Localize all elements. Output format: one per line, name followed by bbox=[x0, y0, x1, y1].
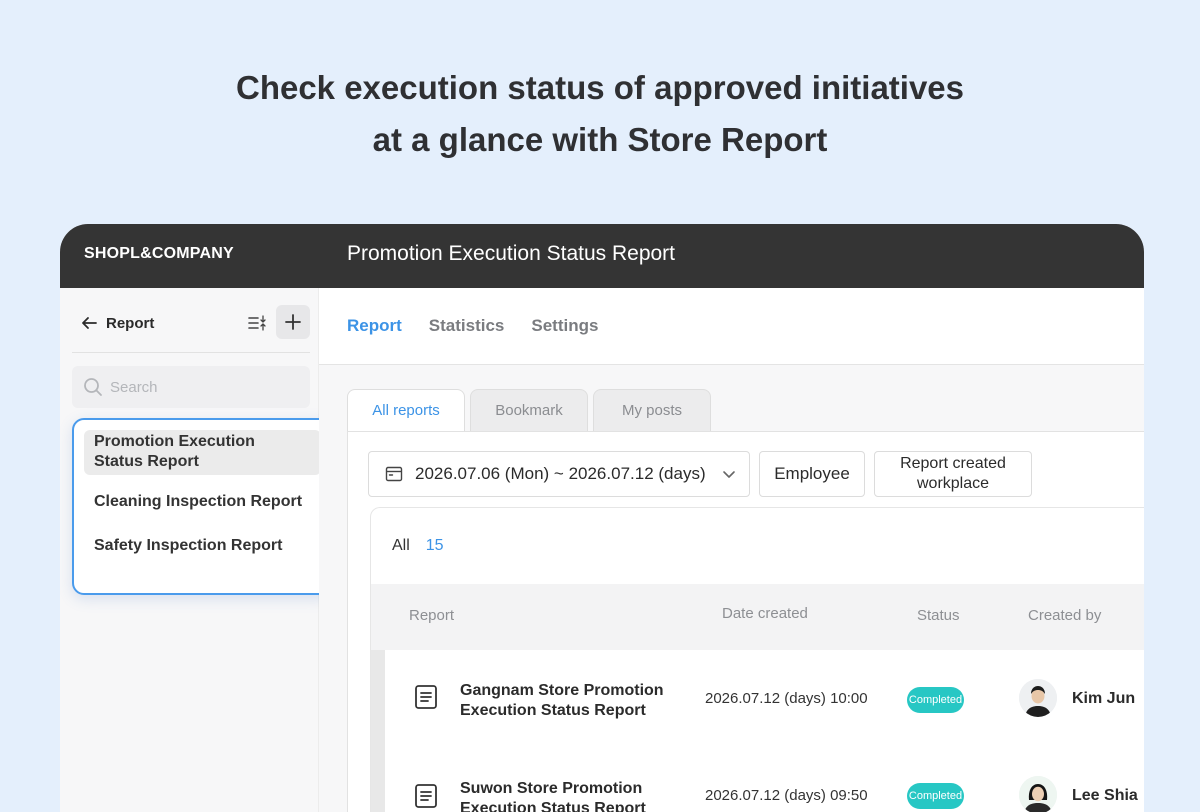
subtab-bookmark[interactable]: Bookmark bbox=[470, 389, 588, 431]
workplace-filter-label: workplace bbox=[916, 475, 990, 492]
chevron-down-icon bbox=[723, 471, 735, 478]
row-created-by: Kim Jun bbox=[1072, 690, 1136, 707]
back-label: Report bbox=[106, 314, 155, 332]
status-badge: Completed bbox=[907, 687, 964, 713]
subtab-my-posts[interactable]: My posts bbox=[593, 389, 711, 431]
table-header: Report Date created Status Created by bbox=[371, 584, 1144, 650]
row-date: 2026.07.12 (days) 09:50 bbox=[705, 787, 868, 804]
report-panel: 2026.07.06 (Mon) ~ 2026.07.12 (days) Emp… bbox=[347, 431, 1144, 812]
row-title-line: Execution Status Report bbox=[460, 702, 646, 719]
date-range-dropdown[interactable]: 2026.07.06 (Mon) ~ 2026.07.12 (days) bbox=[368, 451, 750, 497]
avatar bbox=[1019, 679, 1057, 717]
avatar bbox=[1019, 776, 1057, 812]
add-report-button[interactable] bbox=[276, 305, 310, 339]
brand-logo: SHOPL&COMPANY bbox=[84, 245, 234, 262]
back-to-report-button[interactable]: Report bbox=[80, 314, 154, 332]
document-icon bbox=[415, 685, 437, 709]
sidebar-divider bbox=[72, 352, 310, 353]
row-title-line: Gangnam Store Promotion bbox=[460, 682, 664, 699]
person-avatar-icon bbox=[1019, 776, 1057, 812]
main-content: All reports Bookmark My posts 2026.07.06… bbox=[319, 365, 1144, 812]
row-title-line: Suwon Store Promotion bbox=[460, 780, 643, 797]
sort-list-icon[interactable] bbox=[246, 312, 268, 334]
column-header-status: Status bbox=[917, 607, 960, 624]
search-box[interactable] bbox=[72, 366, 310, 408]
row-report-title: Gangnam Store Promotion Execution Status… bbox=[460, 681, 690, 721]
report-table: All 15 Report Date created Status Create… bbox=[370, 507, 1144, 812]
row-indicator bbox=[371, 748, 385, 812]
row-report-title: Suwon Store Promotion Execution Status R… bbox=[460, 779, 690, 812]
row-indicator bbox=[371, 650, 385, 748]
search-input[interactable] bbox=[110, 376, 290, 398]
workplace-filter-button[interactable]: Report created workplace bbox=[874, 451, 1032, 497]
workplace-filter-label: Report created bbox=[900, 455, 1006, 472]
report-list-item-label: Status Report bbox=[94, 453, 199, 470]
date-range-value: 2026.07.06 (Mon) ~ 2026.07.12 (days) bbox=[415, 464, 706, 483]
report-list-item-safety[interactable]: Safety Inspection Report bbox=[84, 529, 321, 562]
sidebar: Report Promotion Execution Status Report… bbox=[60, 288, 333, 812]
report-list-item-label: Promotion Execution bbox=[94, 433, 255, 450]
top-bar: SHOPL&COMPANY Promotion Execution Status… bbox=[60, 224, 1144, 288]
row-created-by: Lee Shia bbox=[1072, 787, 1138, 804]
tab-settings[interactable]: Settings bbox=[531, 316, 598, 336]
table-row[interactable]: Suwon Store Promotion Execution Status R… bbox=[371, 748, 1144, 812]
employee-filter-button[interactable]: Employee bbox=[759, 451, 865, 497]
count-label: All bbox=[392, 537, 410, 554]
page-title: Promotion Execution Status Report bbox=[347, 242, 676, 265]
headline-line-1: Check execution status of approved initi… bbox=[235, 69, 965, 106]
headline-line-2: at a glance with Store Report bbox=[372, 121, 828, 158]
arrow-left-icon bbox=[82, 317, 97, 329]
sub-tabs: All reports Bookmark My posts bbox=[347, 389, 711, 431]
report-list-item-cleaning[interactable]: Cleaning Inspection Report bbox=[84, 485, 321, 518]
report-list: Promotion Execution Status Report Cleani… bbox=[72, 418, 333, 595]
tab-report[interactable]: Report bbox=[347, 316, 402, 336]
row-title-line: Execution Status Report bbox=[460, 800, 646, 812]
column-header-created-by: Created by bbox=[1028, 607, 1102, 624]
row-date: 2026.07.12 (days) 10:00 bbox=[705, 690, 868, 707]
report-count: All 15 bbox=[392, 537, 444, 555]
person-avatar-icon bbox=[1019, 679, 1057, 717]
status-badge: Completed bbox=[907, 783, 964, 809]
count-value: 15 bbox=[425, 537, 444, 554]
subtab-all-reports[interactable]: All reports bbox=[347, 389, 465, 431]
search-icon bbox=[84, 378, 102, 396]
column-header-report: Report bbox=[409, 607, 455, 624]
main-tabs: Report Statistics Settings bbox=[347, 316, 598, 336]
report-list-item-promotion[interactable]: Promotion Execution Status Report bbox=[84, 430, 321, 475]
app-window: SHOPL&COMPANY Promotion Execution Status… bbox=[60, 224, 1144, 812]
column-header-date: Date created bbox=[722, 605, 808, 622]
tab-statistics[interactable]: Statistics bbox=[429, 316, 505, 336]
table-row[interactable]: Gangnam Store Promotion Execution Status… bbox=[371, 650, 1144, 748]
calendar-icon bbox=[385, 466, 403, 482]
plus-icon bbox=[285, 314, 301, 330]
document-icon bbox=[415, 784, 437, 808]
page-headline: Check execution status of approved initi… bbox=[0, 62, 1200, 166]
